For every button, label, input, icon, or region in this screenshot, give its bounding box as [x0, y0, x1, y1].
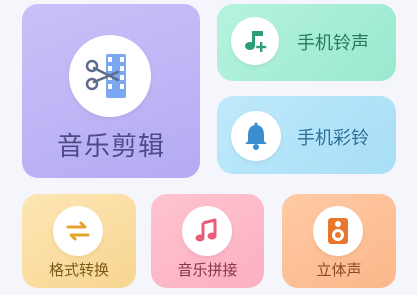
color-ring-tile[interactable]: 手机彩铃 [217, 96, 396, 174]
music-note-icon [182, 206, 232, 256]
speaker-icon [313, 206, 363, 256]
audio-edit-label: 音乐剪辑 [56, 132, 165, 162]
format-convert-tile[interactable]: 格式转换 [22, 194, 136, 288]
ringtone-label: 手机铃声 [297, 33, 369, 54]
bell-icon [231, 111, 281, 161]
audio-concat-tile[interactable]: 音乐拼接 [151, 194, 264, 288]
music-note-plus-icon [231, 17, 279, 65]
audio-concat-label: 音乐拼接 [177, 261, 238, 279]
stereo-label: 立体声 [316, 261, 362, 279]
stereo-tile[interactable]: 立体声 [282, 194, 396, 288]
audio-edit-tile[interactable]: 音乐剪辑 [22, 4, 200, 178]
ringtone-tile[interactable]: 手机铃声 [217, 4, 396, 81]
swap-arrows-icon [53, 206, 103, 256]
format-convert-label: 格式转换 [48, 261, 109, 279]
color-ring-label: 手机彩铃 [297, 128, 369, 149]
scissors-film-icon [69, 35, 151, 117]
